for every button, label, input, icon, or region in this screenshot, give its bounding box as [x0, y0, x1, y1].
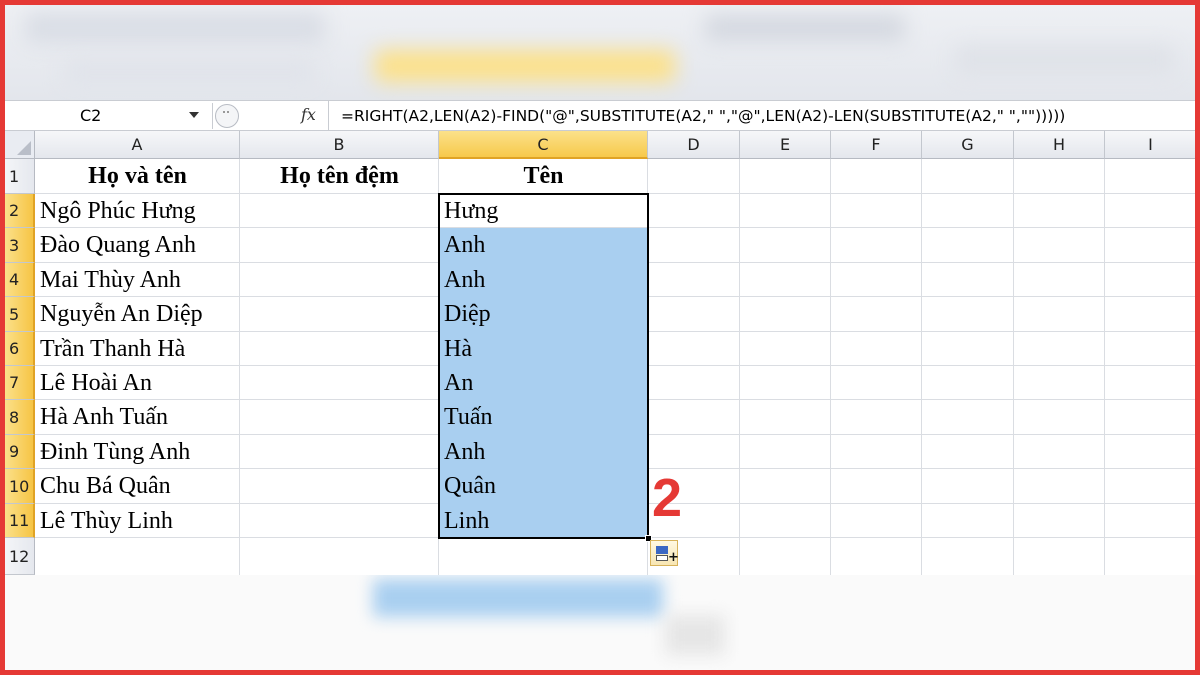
- cell-a8[interactable]: Hà Anh Tuấn: [35, 400, 240, 435]
- autofill-options-button[interactable]: +: [650, 540, 679, 566]
- column-header-h[interactable]: H: [1014, 131, 1105, 159]
- spreadsheet-grid: A B C D E F G H I 1 2 3 4 5 6 7 8 9 10 1…: [5, 131, 1195, 575]
- ribbon-blurred: [5, 5, 1195, 100]
- blurred-footer: [5, 575, 1195, 670]
- row-header-5[interactable]: 5: [5, 297, 35, 332]
- insert-function-icon[interactable]: fx: [301, 105, 316, 124]
- step-number-annotation: 2: [652, 468, 683, 528]
- cell-a4[interactable]: Mai Thùy Anh: [35, 263, 240, 297]
- formula-bar-resize-handle[interactable]: [215, 104, 239, 128]
- column-header-g[interactable]: G: [922, 131, 1014, 159]
- cell-a1[interactable]: Họ và tên: [35, 159, 240, 194]
- row-header-10[interactable]: 10: [5, 469, 35, 504]
- column-header-d[interactable]: D: [648, 131, 740, 159]
- cell-a11[interactable]: Lê Thùy Linh: [35, 504, 240, 538]
- row-header-9[interactable]: 9: [5, 435, 35, 469]
- row-header-8[interactable]: 8: [5, 400, 35, 435]
- formula-bar-divider: [328, 101, 329, 131]
- cell-a5[interactable]: Nguyễn An Diệp: [35, 297, 240, 332]
- column-header-a[interactable]: A: [35, 131, 240, 159]
- row-header-11[interactable]: 11: [5, 504, 35, 538]
- cell-a3[interactable]: Đào Quang Anh: [35, 228, 240, 263]
- cell-a9[interactable]: Đinh Tùng Anh: [35, 435, 240, 469]
- row-header-12[interactable]: 12: [5, 538, 35, 575]
- row-header-3[interactable]: 3: [5, 228, 35, 263]
- select-all-button[interactable]: [5, 131, 35, 159]
- cell-a6[interactable]: Trần Thanh Hà: [35, 332, 240, 366]
- column-header-f[interactable]: F: [831, 131, 922, 159]
- row-header-4[interactable]: 4: [5, 263, 35, 297]
- column-header-b[interactable]: B: [240, 131, 439, 159]
- column-header-c[interactable]: C: [439, 131, 648, 159]
- cell-a10[interactable]: Chu Bá Quân: [35, 469, 240, 504]
- column-header-e[interactable]: E: [740, 131, 831, 159]
- name-box[interactable]: C2: [5, 103, 213, 129]
- cell-a2[interactable]: Ngô Phúc Hưng: [35, 194, 240, 228]
- cell-a7[interactable]: Lê Hoài An: [35, 366, 240, 400]
- row-header-1[interactable]: 1: [5, 159, 35, 194]
- row-header-6[interactable]: 6: [5, 332, 35, 366]
- column-header-i[interactable]: I: [1105, 131, 1195, 159]
- row-header-2[interactable]: 2: [5, 194, 35, 228]
- cell-b1[interactable]: Họ tên đệm: [240, 159, 439, 194]
- formula-input[interactable]: =RIGHT(A2,LEN(A2)-FIND("@",SUBSTITUTE(A2…: [341, 101, 1065, 131]
- row-header-7[interactable]: 7: [5, 366, 35, 400]
- cell-c1[interactable]: Tên: [439, 159, 648, 194]
- autofill-options-icon: [656, 546, 668, 554]
- selection-border: [438, 193, 649, 539]
- name-box-dropdown-icon[interactable]: [189, 112, 199, 118]
- formula-bar: C2 fx =RIGHT(A2,LEN(A2)-FIND("@",SUBSTIT…: [5, 100, 1195, 131]
